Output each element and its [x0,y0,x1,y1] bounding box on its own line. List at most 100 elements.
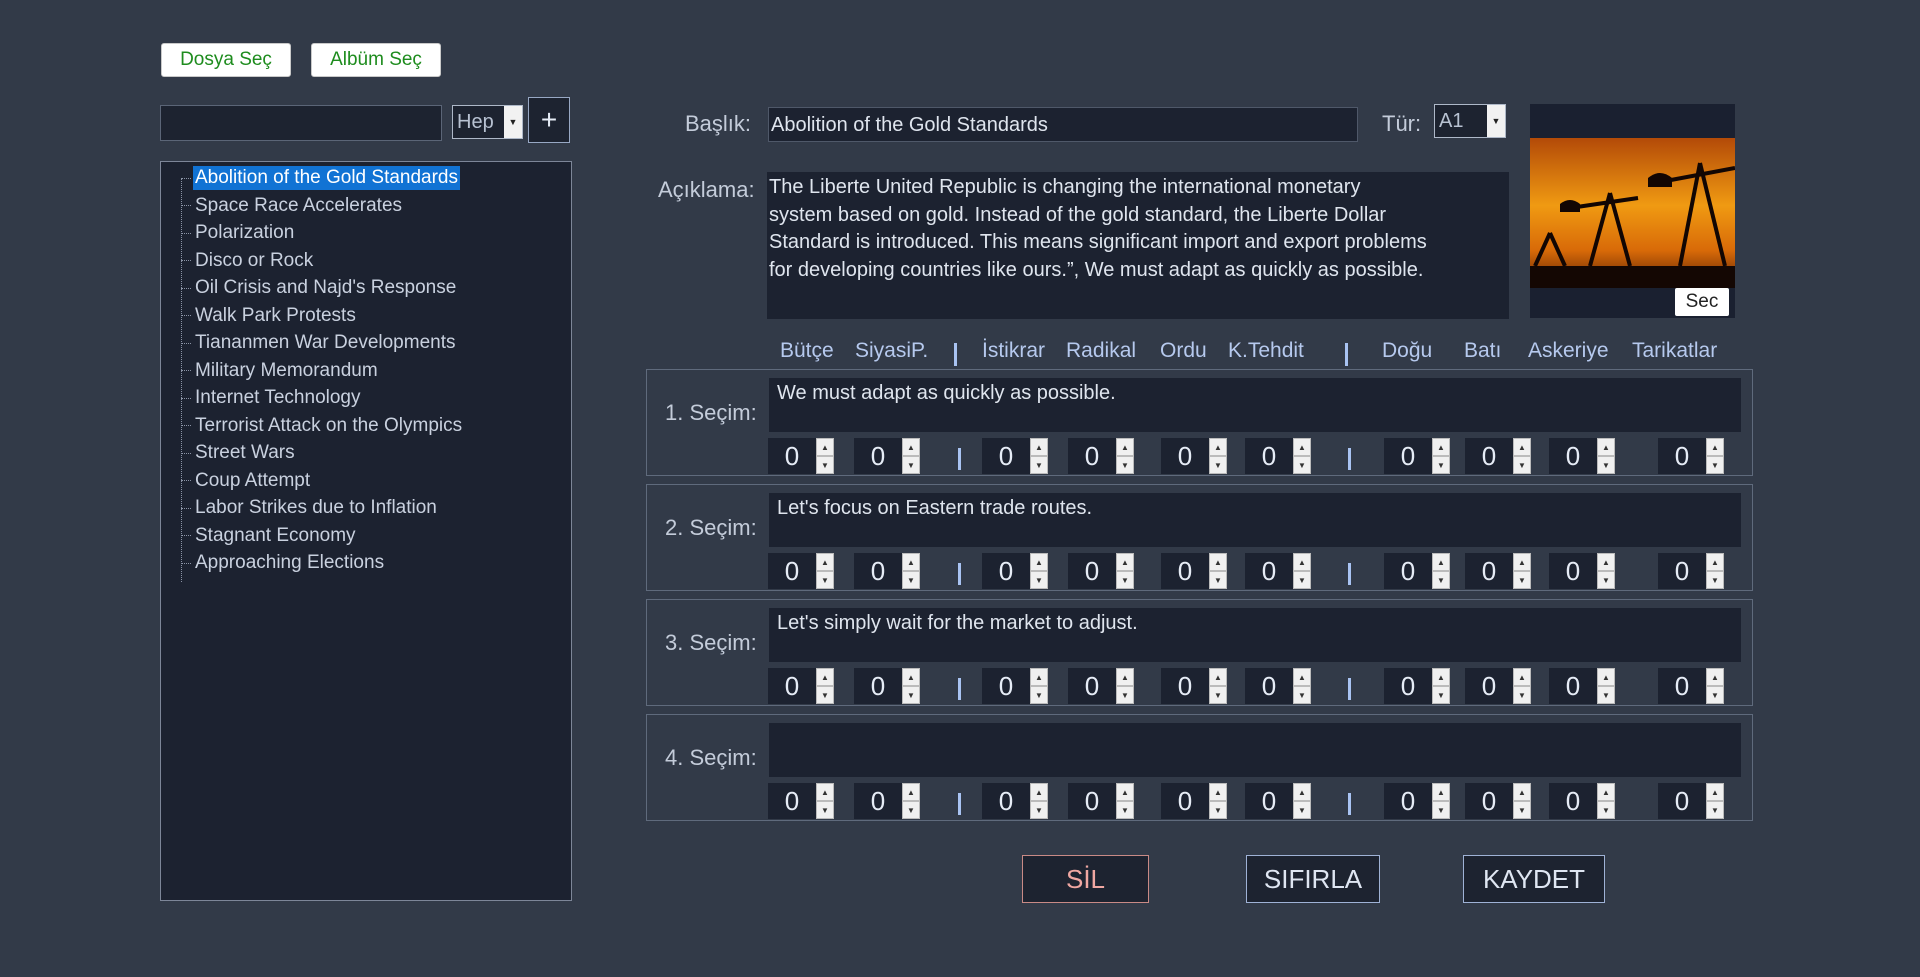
arrow-up-icon[interactable]: ▲ [1209,668,1227,686]
stepper-value[interactable]: 0 [854,553,902,589]
arrow-up-icon[interactable]: ▲ [1513,438,1531,456]
value-stepper[interactable]: 0 ▲ ▼ [1068,438,1134,474]
tree-item[interactable]: Terrorist Attack on the Olympics [181,413,464,439]
choice-text-input[interactable]: Let's focus on Eastern trade routes. [769,493,1741,547]
value-stepper[interactable]: 0 ▲ ▼ [1384,553,1450,589]
stepper-value[interactable]: 0 [1658,438,1706,474]
chevron-down-icon[interactable]: ▼ [504,106,522,138]
arrow-up-icon[interactable]: ▲ [1432,783,1450,801]
arrow-up-icon[interactable]: ▲ [1706,668,1724,686]
tree-item[interactable]: Disco or Rock [181,248,315,274]
arrow-down-icon[interactable]: ▼ [1209,456,1227,474]
value-stepper[interactable]: 0 ▲ ▼ [1161,553,1227,589]
value-stepper[interactable]: 0 ▲ ▼ [768,553,834,589]
stepper-value[interactable]: 0 [854,668,902,704]
choice-text-input[interactable] [769,723,1741,777]
value-stepper[interactable]: 0 ▲ ▼ [1245,553,1311,589]
stepper-value[interactable]: 0 [1658,668,1706,704]
arrow-up-icon[interactable]: ▲ [1116,783,1134,801]
arrow-up-icon[interactable]: ▲ [1030,783,1048,801]
stepper-value[interactable]: 0 [1161,783,1209,819]
value-stepper[interactable]: 0 ▲ ▼ [1465,553,1531,589]
stepper-value[interactable]: 0 [854,783,902,819]
arrow-up-icon[interactable]: ▲ [1209,438,1227,456]
arrow-up-icon[interactable]: ▲ [1293,783,1311,801]
arrow-down-icon[interactable]: ▼ [1597,686,1615,704]
choice-text-input[interactable]: Let's simply wait for the market to adju… [769,608,1741,662]
stepper-value[interactable]: 0 [1465,438,1513,474]
arrow-up-icon[interactable]: ▲ [1706,783,1724,801]
file-select-button[interactable]: Dosya Seç [161,43,291,77]
arrow-down-icon[interactable]: ▼ [1030,686,1048,704]
value-stepper[interactable]: 0 ▲ ▼ [1384,783,1450,819]
value-stepper[interactable]: 0 ▲ ▼ [1161,438,1227,474]
stepper-value[interactable]: 0 [768,553,816,589]
choice-text-input[interactable]: We must adapt as quickly as possible. [769,378,1741,432]
arrow-up-icon[interactable]: ▲ [1293,668,1311,686]
arrow-down-icon[interactable]: ▼ [1597,801,1615,819]
stepper-value[interactable]: 0 [1384,668,1432,704]
value-stepper[interactable]: 0 ▲ ▼ [1658,438,1724,474]
arrow-up-icon[interactable]: ▲ [1116,438,1134,456]
value-stepper[interactable]: 0 ▲ ▼ [1245,668,1311,704]
value-stepper[interactable]: 0 ▲ ▼ [854,438,920,474]
arrow-down-icon[interactable]: ▼ [816,686,834,704]
stepper-value[interactable]: 0 [1161,668,1209,704]
tree-item[interactable]: Military Memorandum [181,358,380,384]
arrow-down-icon[interactable]: ▼ [1597,456,1615,474]
arrow-up-icon[interactable]: ▲ [1706,438,1724,456]
arrow-down-icon[interactable]: ▼ [1209,686,1227,704]
value-stepper[interactable]: 0 ▲ ▼ [982,783,1048,819]
arrow-down-icon[interactable]: ▼ [1432,571,1450,589]
arrow-down-icon[interactable]: ▼ [1030,801,1048,819]
event-tree[interactable]: Abolition of the Gold Standards Space Rac… [160,161,572,901]
value-stepper[interactable]: 0 ▲ ▼ [768,783,834,819]
arrow-down-icon[interactable]: ▼ [1706,686,1724,704]
arrow-down-icon[interactable]: ▼ [1706,571,1724,589]
value-stepper[interactable]: 0 ▲ ▼ [982,668,1048,704]
arrow-down-icon[interactable]: ▼ [1030,571,1048,589]
value-stepper[interactable]: 0 ▲ ▼ [1068,668,1134,704]
arrow-up-icon[interactable]: ▲ [902,783,920,801]
stepper-value[interactable]: 0 [1245,668,1293,704]
arrow-down-icon[interactable]: ▼ [816,456,834,474]
arrow-up-icon[interactable]: ▲ [816,668,834,686]
value-stepper[interactable]: 0 ▲ ▼ [1384,668,1450,704]
arrow-up-icon[interactable]: ▲ [1597,553,1615,571]
add-event-button[interactable]: + [528,97,570,143]
arrow-down-icon[interactable]: ▼ [1293,686,1311,704]
arrow-up-icon[interactable]: ▲ [1116,668,1134,686]
value-stepper[interactable]: 0 ▲ ▼ [1161,668,1227,704]
value-stepper[interactable]: 0 ▲ ▼ [768,668,834,704]
arrow-up-icon[interactable]: ▲ [1597,783,1615,801]
value-stepper[interactable]: 0 ▲ ▼ [854,668,920,704]
arrow-down-icon[interactable]: ▼ [1116,801,1134,819]
arrow-up-icon[interactable]: ▲ [816,553,834,571]
arrow-down-icon[interactable]: ▼ [1293,456,1311,474]
value-stepper[interactable]: 0 ▲ ▼ [1245,783,1311,819]
arrow-down-icon[interactable]: ▼ [1513,801,1531,819]
album-select-button[interactable]: Albüm Seç [311,43,441,77]
arrow-up-icon[interactable]: ▲ [1597,668,1615,686]
stepper-value[interactable]: 0 [1658,783,1706,819]
arrow-down-icon[interactable]: ▼ [1293,801,1311,819]
value-stepper[interactable]: 0 ▲ ▼ [1465,668,1531,704]
arrow-up-icon[interactable]: ▲ [816,438,834,456]
stepper-value[interactable]: 0 [768,668,816,704]
stepper-value[interactable]: 0 [1549,553,1597,589]
arrow-down-icon[interactable]: ▼ [902,571,920,589]
arrow-up-icon[interactable]: ▲ [1293,438,1311,456]
value-stepper[interactable]: 0 ▲ ▼ [1161,783,1227,819]
arrow-down-icon[interactable]: ▼ [1293,571,1311,589]
delete-button[interactable]: SİL [1022,855,1149,903]
arrow-down-icon[interactable]: ▼ [902,801,920,819]
arrow-down-icon[interactable]: ▼ [1432,456,1450,474]
stepper-value[interactable]: 0 [1465,553,1513,589]
value-stepper[interactable]: 0 ▲ ▼ [854,783,920,819]
stepper-value[interactable]: 0 [768,438,816,474]
stepper-value[interactable]: 0 [1068,783,1116,819]
arrow-up-icon[interactable]: ▲ [1432,438,1450,456]
tree-item[interactable]: Internet Technology [181,385,363,411]
arrow-down-icon[interactable]: ▼ [1706,801,1724,819]
arrow-down-icon[interactable]: ▼ [1513,456,1531,474]
